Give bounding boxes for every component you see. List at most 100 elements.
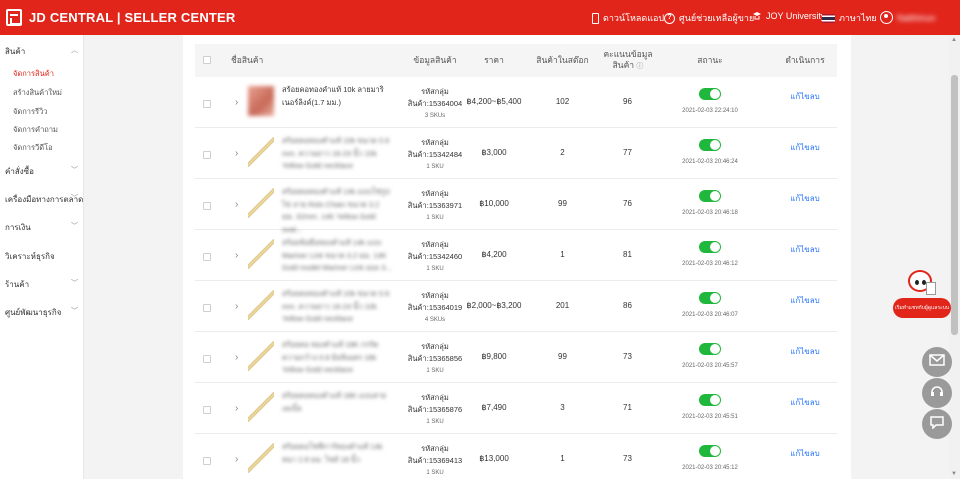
help-center-link[interactable]: ? ศูนย์ช่วยเหลือผู้ขาย bbox=[664, 11, 754, 25]
scroll-up-arrow-icon[interactable]: ▲ bbox=[951, 37, 957, 43]
status-toggle[interactable] bbox=[699, 445, 721, 457]
row-checkbox[interactable] bbox=[203, 253, 211, 261]
header-product-info: ข้อมูลสินค้า bbox=[413, 55, 457, 65]
sidebar: สินค้า ︿ จัดการสินค้า สร้างสินค้าใหม่ จั… bbox=[0, 35, 84, 479]
status-toggle[interactable] bbox=[699, 139, 721, 151]
chat-button[interactable] bbox=[922, 409, 952, 439]
expand-row-chevron-icon[interactable]: › bbox=[235, 199, 238, 210]
product-thumbnail bbox=[248, 392, 274, 422]
download-app-link[interactable]: ดาวน์โหลดแอป bbox=[592, 11, 664, 25]
expand-row-chevron-icon[interactable]: › bbox=[235, 352, 238, 363]
product-name[interactable]: สร้อยคอทองคำแท้ 10k ขนาด 0.6 mm. ความยาว… bbox=[282, 288, 392, 326]
product-stock: 99 bbox=[558, 199, 567, 208]
edit-delete-link[interactable]: แก้ไขลบ bbox=[787, 90, 823, 104]
header-action: ดำเนินการ bbox=[785, 55, 825, 65]
language-switcher[interactable]: ภาษาไทย bbox=[822, 11, 877, 25]
expand-row-chevron-icon[interactable]: › bbox=[235, 148, 238, 159]
phone-icon bbox=[592, 12, 599, 24]
row-checkbox[interactable] bbox=[203, 406, 211, 414]
select-all-checkbox[interactable] bbox=[203, 56, 211, 64]
table-header: ชื่อสินค้า ข้อมูลสินค้า ราคา สินค้าในสต๊… bbox=[195, 44, 837, 77]
info-icon[interactable]: ⓘ bbox=[636, 63, 643, 70]
header-score-label: คะแนนข้อมูลสินค้า bbox=[603, 49, 653, 70]
page-scrollbar[interactable]: ▲ ▼ bbox=[949, 35, 960, 479]
product-name[interactable]: สร้อยคอโซฟีการ์ทองคำแท้ 14k หนา 2.8 มม. … bbox=[282, 441, 392, 466]
chevron-down-icon: ﹀ bbox=[71, 223, 78, 230]
product-name[interactable]: สร้อยคอทองคำแท้ 18K แบบสายเคเบิ้ล bbox=[282, 390, 392, 415]
sidebar-item-manage-reviews[interactable]: จัดการรีวิว bbox=[13, 106, 48, 118]
edit-delete-link[interactable]: แก้ไขลบ bbox=[787, 345, 823, 359]
table-row: › สร้อยคอทองคำแท้ 10k ลายมาริเนอร์ลิงค์(1… bbox=[195, 77, 837, 128]
expand-row-chevron-icon[interactable]: › bbox=[235, 97, 238, 108]
headset-icon bbox=[929, 383, 945, 404]
sku-count: 4 SKUs bbox=[424, 317, 446, 323]
mail-button[interactable] bbox=[922, 347, 952, 377]
row-checkbox[interactable] bbox=[203, 202, 211, 210]
top-header: JD CENTRAL | SELLER CENTER ดาวน์โหลดแอป … bbox=[0, 0, 960, 35]
table-row: › สร้อยคอทองคำแท้ 10k ขนาด 0.6 mm. ความยา… bbox=[195, 128, 837, 179]
group-label: รหัสกลุ่ม bbox=[421, 342, 449, 351]
help-icon: ? bbox=[664, 12, 675, 24]
status-toggle[interactable] bbox=[699, 343, 721, 355]
store-logo-icon[interactable] bbox=[6, 9, 22, 26]
status-toggle[interactable] bbox=[699, 241, 721, 253]
header-stock: สินค้าในสต๊อก bbox=[536, 55, 589, 65]
sidebar-item-manage-questions[interactable]: จัดการคำถาม bbox=[13, 124, 58, 136]
expand-row-chevron-icon[interactable]: › bbox=[235, 250, 238, 261]
support-button[interactable] bbox=[922, 378, 952, 408]
row-checkbox[interactable] bbox=[203, 355, 211, 363]
product-stock: 102 bbox=[555, 97, 570, 106]
scroll-down-arrow-icon[interactable]: ▼ bbox=[951, 471, 957, 477]
brand-title[interactable]: JD CENTRAL | SELLER CENTER bbox=[29, 10, 236, 25]
row-checkbox[interactable] bbox=[203, 151, 211, 159]
expand-row-chevron-icon[interactable]: › bbox=[235, 454, 238, 465]
edit-delete-link[interactable]: แก้ไขลบ bbox=[787, 447, 823, 461]
status-toggle[interactable] bbox=[699, 394, 721, 406]
edit-delete-link[interactable]: แก้ไขลบ bbox=[787, 243, 823, 257]
expand-row-chevron-icon[interactable]: › bbox=[235, 403, 238, 414]
product-name-text: สร้อยคอ ทองคำแท้ 18K กรรัต ความกว้าง 0.8… bbox=[282, 340, 379, 374]
product-score: 76 bbox=[623, 199, 632, 208]
sidebar-item-create-product[interactable]: สร้างสินค้าใหม่ bbox=[13, 87, 62, 99]
group-id: สินค้า:15342484 bbox=[407, 150, 463, 159]
mascot-assistant-icon[interactable] bbox=[902, 268, 940, 300]
product-price: ฿13,000 bbox=[479, 454, 509, 463]
status-toggle[interactable] bbox=[699, 190, 721, 202]
university-link[interactable]: JOY University bbox=[752, 11, 825, 21]
product-status: 2021-02-03 20:45:57 bbox=[670, 342, 750, 369]
row-checkbox[interactable] bbox=[203, 304, 211, 312]
sku-count: 1 SKU bbox=[426, 266, 444, 272]
edit-delete-link[interactable]: แก้ไขลบ bbox=[787, 192, 823, 206]
edit-delete-link[interactable]: แก้ไขลบ bbox=[787, 396, 823, 410]
product-price: ฿3,000 bbox=[481, 148, 507, 157]
sku-count: 1 SKU bbox=[426, 215, 444, 221]
product-name[interactable]: สร้อยคอ ทองคำแท้ 18K กรรัต ความกว้าง 0.8… bbox=[282, 339, 392, 377]
product-name[interactable]: สร้อยคอทองคำแท้ 10k ลายมาริเนอร์ลิงค์(1.… bbox=[282, 84, 392, 109]
status-toggle[interactable] bbox=[699, 292, 721, 304]
status-toggle[interactable] bbox=[699, 88, 721, 100]
product-thumbnail bbox=[248, 290, 274, 320]
product-name[interactable]: สร้อยคอทองคำแท้ 10k ขนาด 0.6 mm. ความยาว… bbox=[282, 135, 392, 173]
product-name-text: สร้อยคอทองคำแท้ 14k แบบโซ่รูปไข่ ลาย Rol… bbox=[282, 187, 390, 234]
expand-row-chevron-icon[interactable]: › bbox=[235, 301, 238, 312]
mascot-eye bbox=[915, 280, 919, 285]
product-name[interactable]: สร้อยข้อมือทองคำแท้ 14k แบบ Mariner Link… bbox=[282, 237, 392, 275]
product-score: 73 bbox=[623, 454, 632, 463]
product-stock: 201 bbox=[555, 301, 570, 310]
edit-delete-link[interactable]: แก้ไขลบ bbox=[787, 141, 823, 155]
product-name-text: สร้อยคอทองคำแท้ 10k ขนาด 0.6 mm. ความยาว… bbox=[282, 136, 390, 170]
sidebar-item-manage-products[interactable]: จัดการสินค้า bbox=[13, 68, 54, 80]
product-name[interactable]: สร้อยคอทองคำแท้ 14k แบบโซ่รูปไข่ ลาย Rol… bbox=[282, 186, 392, 236]
table-row: › สร้อยคอโซฟีการ์ทองคำแท้ 14k หนา 2.8 มม.… bbox=[195, 434, 837, 479]
header-price: ราคา bbox=[484, 55, 504, 65]
product-status: 2021-02-03 20:45:51 bbox=[670, 393, 750, 420]
row-checkbox[interactable] bbox=[203, 457, 211, 465]
scrollbar-thumb[interactable] bbox=[951, 75, 958, 335]
edit-delete-link[interactable]: แก้ไขลบ bbox=[787, 294, 823, 308]
admin-chat-button[interactable]: เริ่มทำแชทกับผู้ดูแลระบบ bbox=[893, 298, 951, 318]
sidebar-item-manage-videos[interactable]: จัดการวีดีโอ bbox=[13, 142, 53, 154]
user-menu[interactable]: Natthinun bbox=[880, 11, 936, 24]
sku-count: 1 SKU bbox=[426, 419, 444, 425]
row-checkbox[interactable] bbox=[203, 100, 211, 108]
product-info: รหัสกลุ่ม สินค้า:15365856 1 SKU bbox=[400, 341, 470, 377]
